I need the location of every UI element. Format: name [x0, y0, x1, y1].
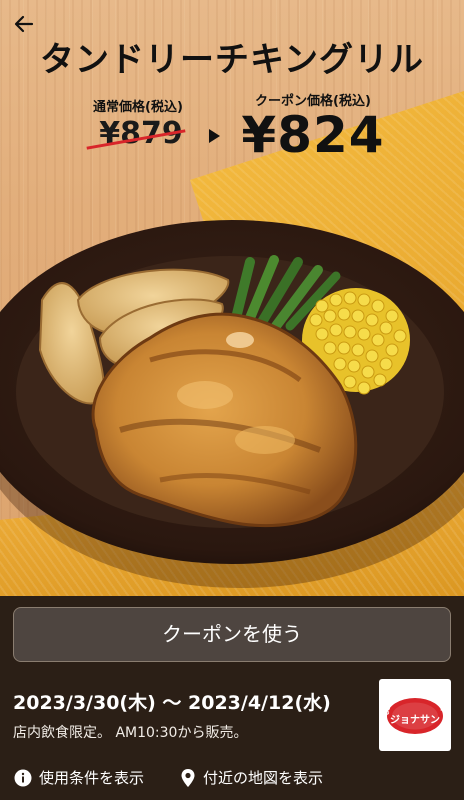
page-title: タンドリーチキングリル — [40, 40, 424, 80]
hero-image: タンドリーチキングリル 通常価格(税込) ¥879 クーポン価格(税込) ¥82… — [0, 0, 464, 596]
coupon-price: ¥824 — [241, 106, 385, 164]
triangle-right-icon — [209, 129, 220, 143]
arrow-left-icon — [14, 15, 34, 33]
logo-text: ジョナサン — [390, 714, 440, 726]
usage-note: 店内飲食限定。 AM10:30から販売。 — [13, 725, 248, 741]
brand-logo: COFFEE & RESTAURANT ジョナサン — [377, 675, 451, 751]
map-link[interactable]: 付近の地図を表示 — [180, 767, 323, 788]
map-link-label: 付近の地図を表示 — [203, 769, 324, 787]
info-icon — [14, 769, 32, 786]
map-pin-icon — [181, 768, 195, 787]
terms-link[interactable]: 使用条件を表示 — [14, 767, 144, 788]
regular-price-label: 通常価格(税込) — [93, 100, 183, 115]
use-coupon-button[interactable]: クーポンを使う — [13, 607, 451, 662]
jonathan-logo-icon: COFFEE & RESTAURANT ジョナサン — [377, 675, 445, 734]
food-photo — [0, 220, 464, 588]
validity-period: 2023/3/30(木) 〜 2023/4/12(水) — [13, 692, 331, 714]
terms-link-label: 使用条件を表示 — [39, 769, 145, 787]
